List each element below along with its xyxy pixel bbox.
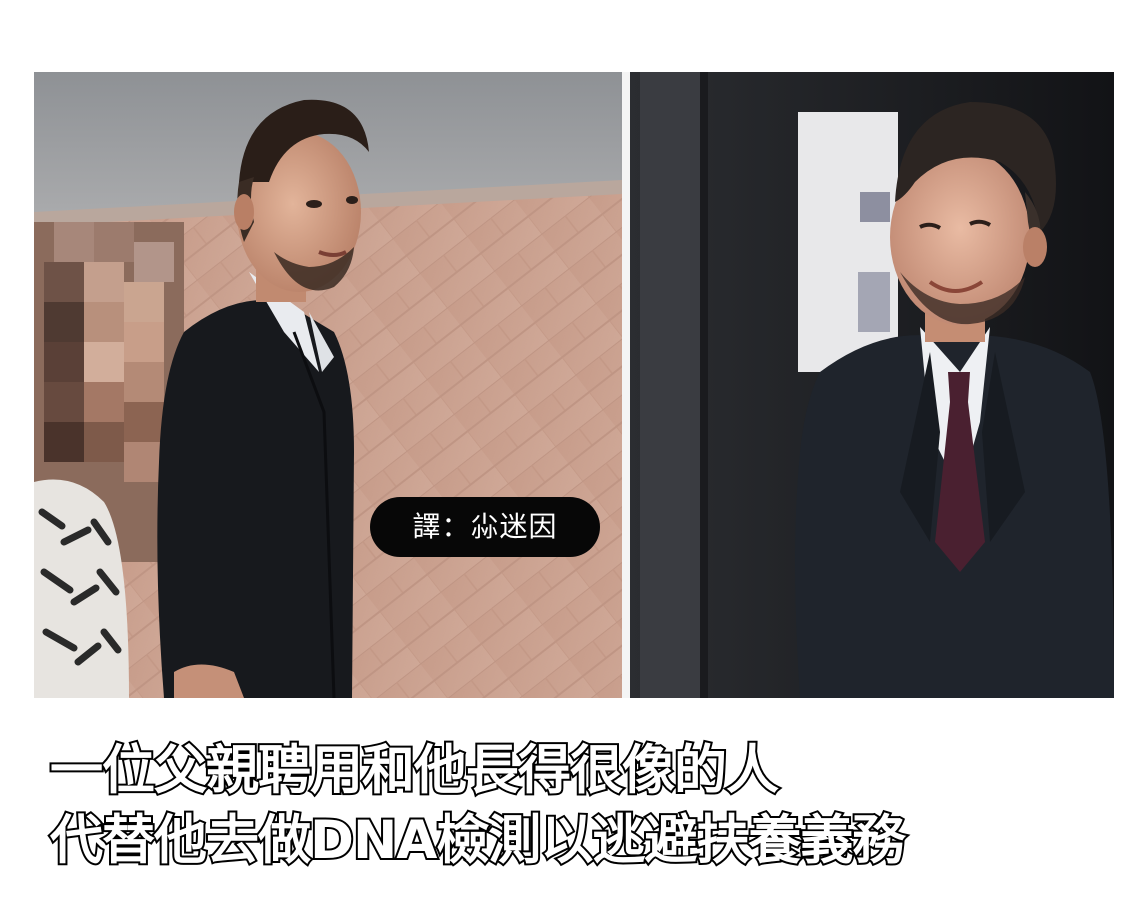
translator-watermark: 譯：尛迷因 [370, 497, 600, 557]
door-frame [640, 72, 700, 698]
wall-sign [798, 112, 898, 372]
left-photo [34, 72, 622, 698]
caption-line-2: 代替他去做DNA檢測以逃避扶養義務 [48, 808, 907, 873]
photo-divider [622, 72, 630, 698]
right-photo-scene [630, 72, 1114, 698]
caption-line-1: 一位父親聘用和他長得很像的人 [48, 738, 781, 803]
right-photo [630, 72, 1114, 698]
left-photo-scene [34, 72, 622, 698]
photo-collage [34, 72, 1114, 698]
